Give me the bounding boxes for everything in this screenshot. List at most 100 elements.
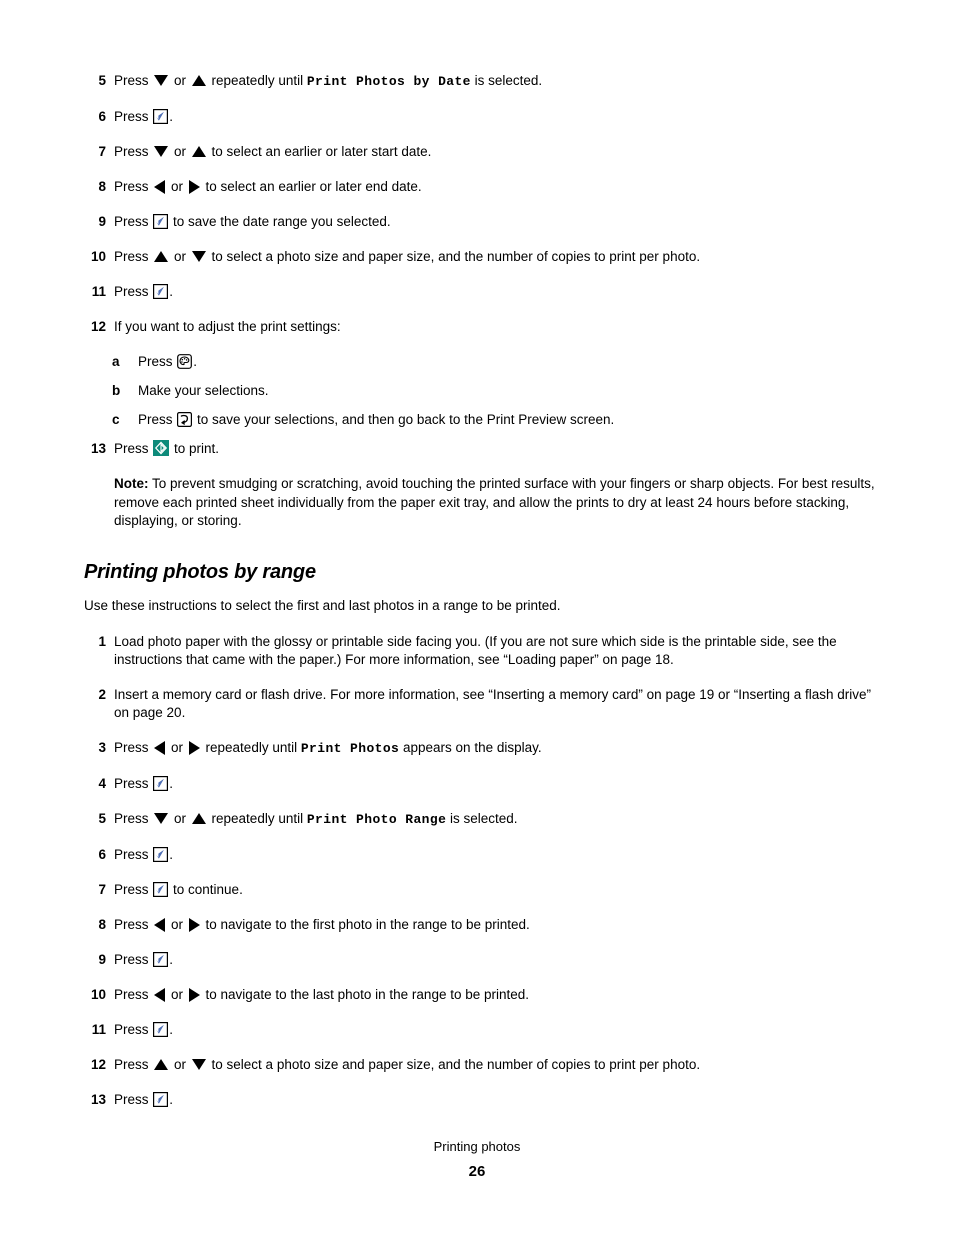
step-row: 10 Press or to select a photo size and pa…	[84, 248, 880, 266]
arrow-left-icon	[154, 917, 166, 932]
step-number: 4	[98, 775, 106, 791]
step-row: 8 Press or to select an earlier or later …	[84, 178, 880, 196]
step-row: 11 Press .	[84, 283, 880, 301]
step-text: Press or to navigate to the first photo …	[114, 916, 880, 934]
substep-row: a Press .	[84, 353, 880, 371]
instruction-text: Load photo paper with the glossy or prin…	[114, 633, 837, 667]
step-row: 12 If you want to adjust the print setti…	[84, 318, 880, 336]
instruction-text: is selected.	[470, 73, 543, 88]
note-block: Note: To prevent smudging or scratching,…	[114, 475, 880, 531]
instruction-text: repeatedly until	[207, 810, 307, 826]
step-row: 2 Insert a memory card or flash drive. Fo…	[84, 686, 880, 722]
instruction-text: .	[169, 284, 174, 299]
step-row: 10 Press or to navigate to the last photo…	[84, 986, 880, 1004]
instruction-text: Press	[114, 1056, 153, 1072]
instruction-text: Insert a memory card or flash drive. For…	[114, 686, 872, 720]
instruction-text: to print.	[170, 441, 220, 456]
document-page: 5 Press or repeatedly until Print Photos …	[0, 0, 954, 1235]
lcd-menu-label: Print Photos	[300, 740, 400, 756]
instruction-text: .	[169, 1091, 174, 1107]
settings-palette-icon	[177, 354, 193, 369]
step-number: 7	[98, 881, 106, 897]
step-number: 6	[98, 846, 106, 862]
arrow-up-icon	[154, 1058, 169, 1070]
select-checkmark-icon	[153, 214, 169, 229]
step-text: Press .	[114, 108, 880, 126]
step-text: Press or repeatedly until Print Photos a…	[114, 739, 880, 758]
substep-letter: b	[112, 383, 121, 398]
instruction-text: .	[169, 1021, 174, 1037]
page-footer: Printing photos 26	[0, 1138, 954, 1181]
substep-text: Press to save your selections, and then …	[138, 411, 880, 429]
section-two-steps: 1 Load photo paper with the glossy or pri…	[84, 633, 880, 1109]
instruction-text: Press	[114, 441, 153, 456]
lcd-menu-label: Print Photos by Date	[306, 74, 471, 89]
step-row: 3 Press or repeatedly until Print Photos …	[84, 739, 880, 758]
arrow-down-icon	[154, 146, 169, 157]
step-text: Press .	[114, 775, 880, 793]
step-row: 8 Press or to navigate to the first photo…	[84, 916, 880, 934]
instruction-text: Press	[114, 109, 153, 124]
step-row: 11 Press .	[84, 1021, 880, 1039]
step-row: 5 Press or repeatedly until Print Photos …	[84, 72, 880, 91]
step-text: Press to print.	[114, 440, 880, 458]
section-one-steps: 5 Press or repeatedly until Print Photos …	[84, 72, 880, 301]
instruction-text: Press	[114, 144, 153, 159]
step-text: Press .	[114, 951, 880, 969]
arrow-down-icon	[191, 251, 206, 262]
arrow-left-icon	[154, 180, 166, 194]
back-return-icon	[177, 412, 193, 427]
step-number: 9	[98, 214, 106, 229]
step-number: 13	[90, 1091, 106, 1107]
instruction-text: to save the date range you selected.	[169, 214, 391, 229]
select-checkmark-icon	[153, 881, 169, 897]
step-text: Press .	[114, 846, 880, 864]
step-row: 13 Press .	[84, 1091, 880, 1109]
arrow-up-icon	[191, 75, 206, 86]
instruction-text: Press	[114, 951, 153, 967]
step-number: 5	[98, 810, 106, 826]
step-number: 13	[90, 441, 106, 456]
step-number: 9	[98, 951, 106, 967]
arrow-left-icon	[154, 987, 166, 1002]
arrow-right-icon	[188, 740, 200, 755]
arrow-right-icon	[188, 917, 200, 932]
step-number: 1	[98, 633, 106, 649]
step-number: 3	[98, 739, 106, 755]
instruction-text: Press	[114, 73, 153, 88]
substep-text: Press .	[138, 353, 880, 371]
step-text: Press or to select an earlier or later e…	[114, 178, 880, 196]
instruction-text: or	[170, 73, 190, 88]
instruction-text: Press	[114, 775, 153, 791]
step-text: Press or to select an earlier or later s…	[114, 143, 880, 161]
step-row: 5 Press or repeatedly until Print Photo R…	[84, 810, 880, 829]
step-row: 7 Press or to select an earlier or later …	[84, 143, 880, 161]
instruction-text: Press	[138, 354, 177, 369]
step-text: Press or to select a photo size and pape…	[114, 248, 880, 266]
steps-list-continued: 5 Press or repeatedly until Print Photos …	[84, 72, 880, 458]
substep-text: Make your selections.	[138, 382, 880, 400]
step-number: 2	[98, 686, 106, 702]
select-checkmark-icon	[153, 1021, 169, 1037]
arrow-up-icon	[191, 812, 206, 824]
select-checkmark-icon	[153, 284, 169, 299]
instruction-text: to navigate to the last photo in the ran…	[201, 986, 530, 1002]
instruction-text: appears on the display.	[399, 739, 542, 755]
instruction-text: Make your selections.	[138, 383, 269, 398]
instruction-text: or	[167, 179, 187, 194]
page-title: Printing photos by range	[84, 560, 316, 583]
instruction-text: or	[167, 739, 187, 755]
arrow-right-icon	[188, 987, 200, 1002]
step-number: 7	[98, 144, 106, 159]
step-number: 11	[91, 284, 106, 299]
footer-page-number: 26	[468, 1163, 486, 1180]
step-text: Press or repeatedly until Print Photos b…	[114, 72, 880, 91]
step-text: Press or repeatedly until Print Photo Ra…	[114, 810, 880, 829]
print-start-icon	[153, 440, 170, 456]
step-text: Insert a memory card or flash drive. For…	[114, 686, 880, 722]
instruction-text: Press	[114, 881, 153, 897]
arrow-up-icon	[191, 146, 206, 157]
instruction-text: or	[167, 986, 187, 1002]
step-row: 1 Load photo paper with the glossy or pri…	[84, 633, 880, 669]
select-checkmark-icon	[153, 109, 169, 124]
